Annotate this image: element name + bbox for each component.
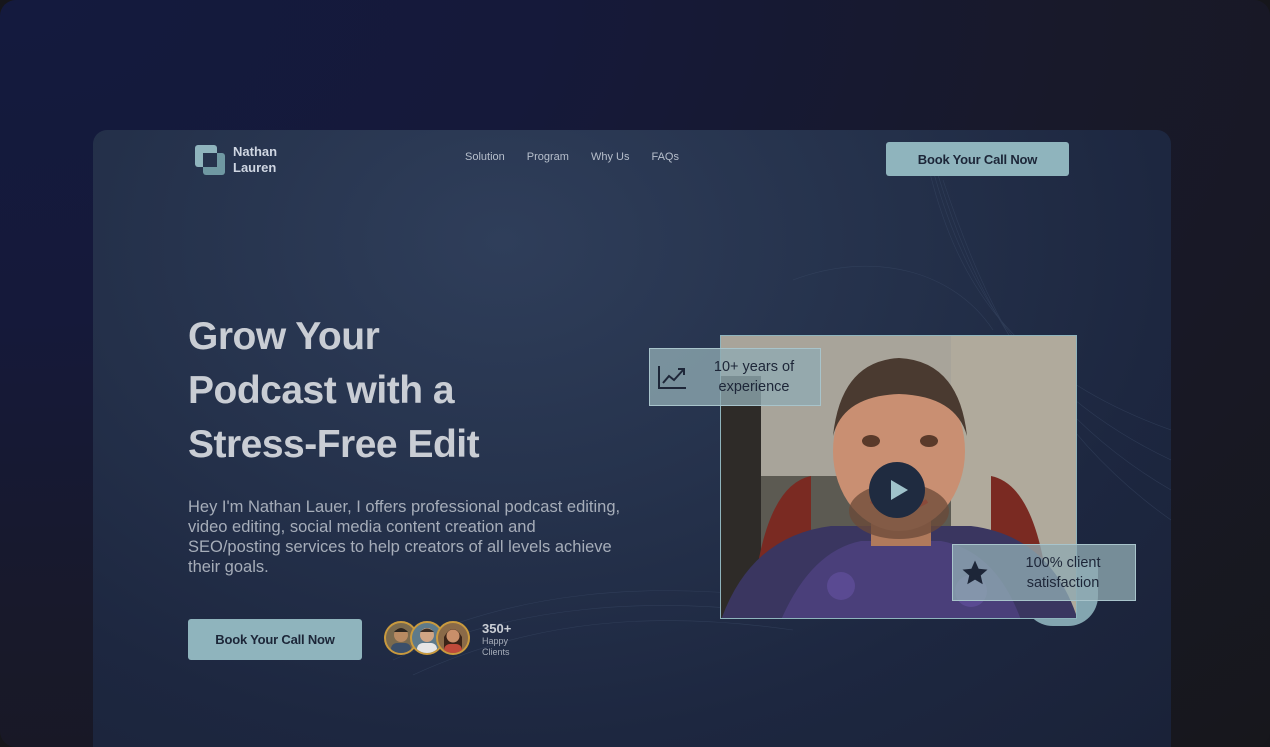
- brand-name: Nathan Lauren: [233, 144, 277, 176]
- play-button[interactable]: [869, 462, 925, 518]
- satisfaction-badge: 100% client satisfaction: [952, 544, 1136, 601]
- avatar: [436, 621, 470, 655]
- clients-count: 350+: [482, 621, 512, 636]
- brand-name-line2: Lauren: [233, 160, 277, 175]
- satisfaction-line2: satisfaction: [1026, 574, 1100, 591]
- star-icon: [953, 558, 997, 588]
- nav-item-program[interactable]: Program: [527, 151, 569, 163]
- headline-line2: Podcast with a: [188, 369, 455, 412]
- experience-line2: experience: [718, 379, 790, 395]
- logo-icon: [195, 145, 225, 175]
- happy-clients-stat: 350+ Happy Clients: [482, 621, 511, 658]
- clients-label-line2: Clients: [482, 647, 510, 657]
- screen-frame: Nathan Lauren Solution Program Why Us FA…: [0, 0, 1270, 747]
- nav-item-faqs[interactable]: FAQs: [651, 151, 679, 163]
- experience-line1: 10+ years of: [713, 359, 795, 375]
- nav-item-why-us[interactable]: Why Us: [591, 151, 630, 163]
- header-book-call-button[interactable]: Book Your Call Now: [886, 142, 1069, 176]
- trend-chart-icon: [650, 364, 694, 390]
- brand-logo[interactable]: Nathan Lauren: [195, 144, 277, 176]
- clients-label-line1: Happy: [482, 636, 509, 646]
- hero-book-call-button[interactable]: Book Your Call Now: [188, 619, 362, 660]
- hero-description: Hey I'm Nathan Lauer, I offers professio…: [188, 498, 621, 576]
- headline-line3: Stress-Free Edit: [188, 423, 480, 466]
- client-avatars: [384, 621, 474, 657]
- brand-name-line1: Nathan: [233, 144, 278, 159]
- main-nav: Solution Program Why Us FAQs: [465, 151, 679, 163]
- experience-badge: 10+ years of experience: [649, 348, 821, 406]
- play-icon: [891, 480, 908, 500]
- hero-headline: Grow Your Podcast with a Stress-Free Edi…: [188, 310, 628, 472]
- nav-item-solution[interactable]: Solution: [465, 151, 505, 163]
- landing-page: Nathan Lauren Solution Program Why Us FA…: [93, 130, 1171, 747]
- headline-line1: Grow Your: [188, 315, 380, 358]
- satisfaction-line1: 100% client: [1025, 554, 1101, 571]
